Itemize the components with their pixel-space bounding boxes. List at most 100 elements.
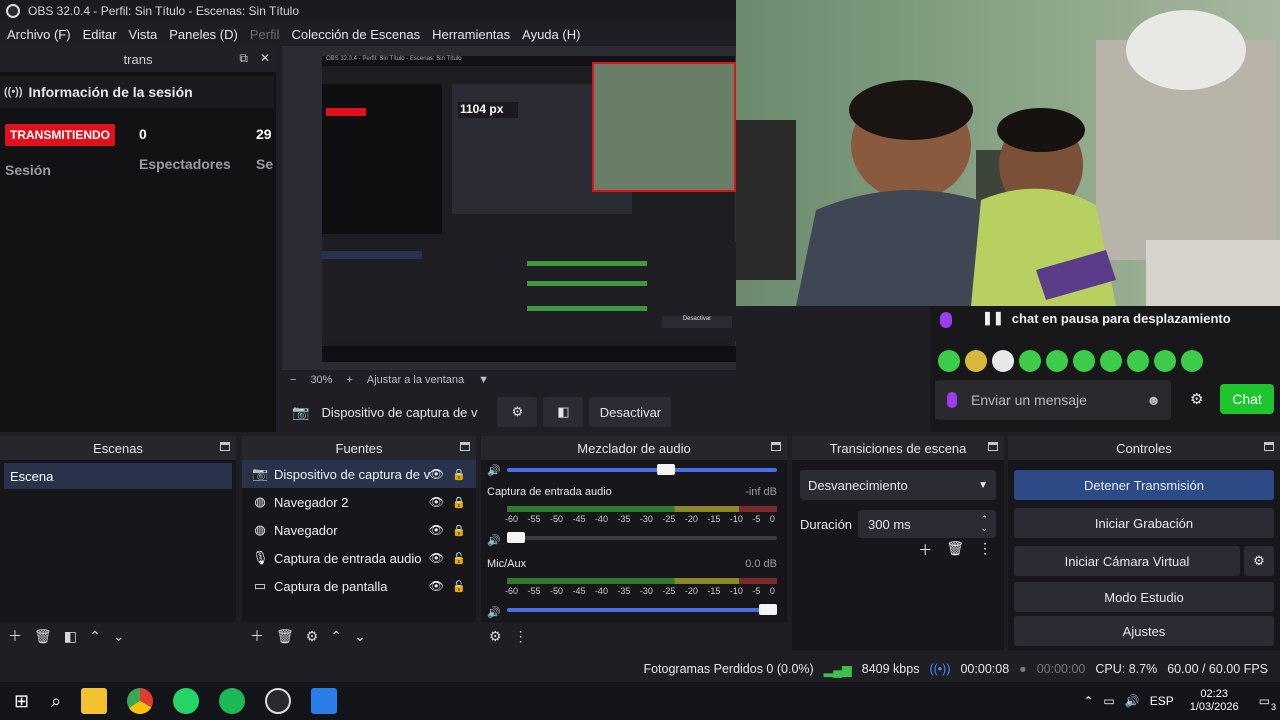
volume-knob[interactable] [507, 532, 525, 543]
volume-slider[interactable] [507, 532, 777, 543]
popout-icon[interactable] [1264, 442, 1274, 451]
chat-send-button[interactable]: Chat [1220, 384, 1274, 414]
stop-streaming-button[interactable]: Detener Transmisión [1014, 470, 1274, 500]
speaker-icon[interactable]: 🔊 [487, 535, 501, 547]
emote-icon[interactable] [1154, 350, 1176, 372]
file-explorer-icon[interactable] [81, 688, 108, 714]
menu-vista[interactable]: Vista [129, 27, 158, 42]
emote-icon[interactable] [992, 350, 1014, 372]
gear-icon[interactable]: ⚙ [1190, 390, 1203, 408]
chevron-up-icon[interactable]: ⌃ [1083, 694, 1093, 708]
transition-select[interactable]: Desvanecimiento ▼ [800, 470, 996, 500]
volume-slider[interactable] [507, 604, 777, 615]
emote-icon[interactable] [1073, 350, 1095, 372]
windows-start-icon[interactable]: ⊞ [14, 691, 29, 712]
spotify-icon[interactable] [219, 688, 246, 714]
eye-icon[interactable]: 👁 [429, 579, 444, 593]
speaker-icon[interactable]: 🔊 [487, 607, 501, 619]
close-icon[interactable]: ✕ [260, 51, 270, 66]
start-recording-button[interactable]: Iniciar Grabación [1014, 508, 1274, 538]
popout-icon[interactable] [220, 442, 230, 451]
lock-icon[interactable]: 🔒 [452, 468, 466, 481]
store-icon[interactable] [311, 688, 338, 714]
move-up-icon[interactable]: ⌃ [330, 628, 342, 645]
move-up-icon[interactable]: ⌃ [89, 628, 101, 645]
gear-icon[interactable]: ⚙ [306, 628, 319, 645]
popout-icon[interactable] [771, 442, 781, 451]
preview-canvas[interactable]: OBS 32.0.4 - Perfil: Sin Título - Escena… [282, 46, 736, 370]
emote-icon[interactable] [1019, 350, 1041, 372]
menu-editar[interactable]: Editar [83, 27, 117, 42]
eye-icon[interactable]: 👁 [429, 467, 444, 481]
studio-mode-button[interactable]: Modo Estudio [1014, 582, 1274, 612]
whatsapp-icon[interactable] [173, 688, 200, 714]
emote-icon[interactable] [1100, 350, 1122, 372]
trash-icon[interactable]: 🗑 [276, 628, 294, 645]
menu-paneles[interactable]: Paneles (D) [169, 27, 238, 42]
lock-icon[interactable]: 🔒 [452, 496, 466, 509]
chat-paused-banner[interactable]: ❚❚ chat en pausa para desplazamiento [982, 306, 1252, 330]
speaker-icon[interactable]: 🔊 [487, 465, 501, 477]
trash-icon[interactable]: 🗑 [946, 540, 964, 560]
popout-icon[interactable] [460, 442, 470, 451]
source-item[interactable]: ◍ Navegador 👁 🔒 [242, 516, 476, 544]
float-icon[interactable]: ⧉ [239, 51, 248, 66]
search-icon[interactable]: ⌕ [51, 691, 61, 712]
more-options-icon[interactable]: ⋮ [978, 540, 992, 560]
menu-herramientas[interactable]: Herramientas [432, 27, 510, 42]
filters-button[interactable]: ◧ [543, 397, 584, 427]
volume-slider[interactable] [507, 464, 777, 475]
zoom-out-button[interactable]: − [290, 374, 296, 386]
menu-archivo[interactable]: Archivo (F) [7, 27, 71, 42]
emote-icon[interactable] [938, 350, 960, 372]
emote-icon[interactable] [1046, 350, 1068, 372]
add-icon[interactable]: ＋ [8, 626, 22, 646]
clock[interactable]: 02:23 1/03/2026 [1190, 688, 1239, 714]
emoji-icon[interactable]: ☻ [1146, 392, 1161, 408]
lock-icon[interactable]: 🔒 [452, 524, 466, 537]
emote-icon[interactable] [1127, 350, 1149, 372]
menu-coleccion-escenas[interactable]: Colección de Escenas [291, 27, 420, 42]
chat-message-input[interactable]: Enviar un mensaje ☻ [935, 380, 1171, 420]
menu-ayuda[interactable]: Ayuda (H) [522, 27, 580, 42]
trash-icon[interactable]: 🗑 [34, 628, 52, 645]
lock-icon[interactable]: 🔓 [452, 580, 466, 593]
move-down-icon[interactable]: ⌄ [354, 628, 366, 645]
eye-icon[interactable]: 👁 [429, 523, 444, 537]
start-virtual-camera-button[interactable]: Iniciar Cámara Virtual [1014, 546, 1240, 576]
scene-item[interactable]: Escena [4, 463, 232, 489]
volume-knob[interactable] [759, 604, 777, 615]
eye-icon[interactable]: 👁 [429, 551, 444, 565]
popout-icon[interactable] [988, 442, 998, 451]
add-icon[interactable]: ＋ [250, 626, 264, 646]
network-icon[interactable]: ▭ [1103, 694, 1114, 708]
chrome-icon[interactable] [127, 688, 154, 714]
duration-input[interactable]: 300 ms ⌃ ⌄ [858, 510, 996, 538]
notification-icon[interactable]: ▭ 3 [1259, 694, 1276, 712]
settings-button[interactable]: Ajustes [1014, 616, 1274, 646]
advanced-audio-icon[interactable]: ⚙ [489, 628, 502, 645]
emote-icon[interactable] [1181, 350, 1203, 372]
source-item[interactable]: 🎙 Captura de entrada audio 👁 🔓 [242, 544, 476, 572]
eye-icon[interactable]: 👁 [429, 495, 444, 509]
move-down-icon[interactable]: ⌄ [113, 628, 125, 645]
virtual-camera-settings-button[interactable]: ⚙ [1244, 546, 1274, 576]
source-item[interactable]: ◍ Navegador 2 👁 🔒 [242, 488, 476, 516]
spin-icon[interactable]: ⌃ ⌄ [980, 515, 988, 533]
language-indicator[interactable]: ESP [1150, 694, 1174, 708]
more-options-icon[interactable]: ⋮ [514, 628, 528, 645]
volume-icon[interactable]: 🔊 [1125, 694, 1140, 708]
add-icon[interactable]: ＋ [918, 540, 932, 560]
emote-icon[interactable] [965, 350, 987, 372]
source-item[interactable]: ▭ Captura de pantalla 👁 🔓 [242, 572, 476, 600]
menu-perfil[interactable]: Perfil [250, 27, 280, 42]
filter-icon[interactable]: ◧ [64, 628, 77, 645]
deactivate-button[interactable]: Desactivar [589, 397, 672, 427]
obs-icon[interactable] [265, 688, 292, 714]
lock-icon[interactable]: 🔓 [452, 552, 466, 565]
volume-knob[interactable] [657, 464, 675, 475]
zoom-in-button[interactable]: + [346, 374, 352, 386]
chevron-down-icon[interactable]: ▼ [478, 374, 489, 386]
fit-to-window[interactable]: Ajustar a la ventana [367, 374, 464, 386]
properties-button[interactable]: ⚙ [497, 397, 538, 427]
